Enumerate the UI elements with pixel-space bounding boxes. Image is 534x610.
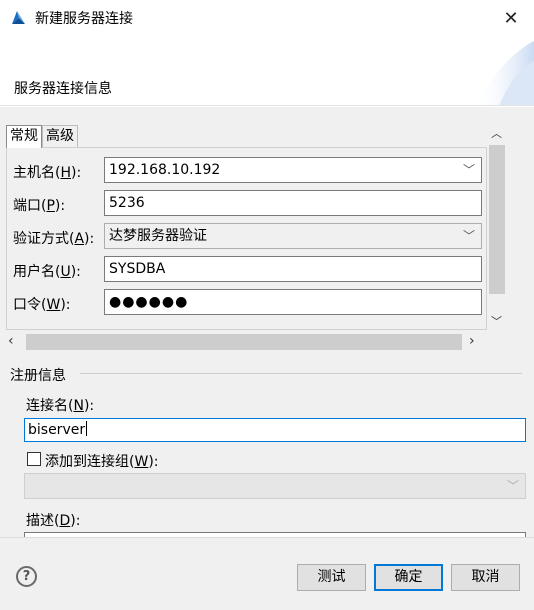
horizontal-scrollbar[interactable]: ‹ › bbox=[6, 332, 487, 352]
banner-decoration bbox=[474, 41, 534, 105]
tab-bar: 常规 高级 bbox=[6, 125, 78, 148]
test-button[interactable]: 测试 bbox=[297, 564, 366, 591]
host-value: 192.168.10.192 bbox=[109, 162, 221, 178]
host-label: 主机名(H): bbox=[13, 165, 82, 181]
auth-method-label: 验证方式(A): bbox=[13, 231, 95, 247]
add-to-group-label[interactable]: 添加到连接组(W): bbox=[45, 451, 159, 471]
description-label: 描述(D): bbox=[26, 513, 81, 529]
horizontal-scroll-thumb[interactable] bbox=[26, 334, 462, 350]
chevron-down-icon[interactable]: ﹀ bbox=[463, 158, 475, 182]
dialog-footer: ? 测试 确定 取消 bbox=[0, 537, 534, 610]
username-value: SYSDBA bbox=[109, 261, 166, 277]
close-button[interactable]: ✕ bbox=[496, 4, 526, 32]
conn-name-input[interactable]: biserver bbox=[24, 418, 526, 442]
tab-general[interactable]: 常规 bbox=[6, 125, 42, 148]
port-input[interactable]: 5236 bbox=[104, 190, 482, 216]
port-label: 端口(P): bbox=[13, 198, 66, 214]
general-tab-panel: 主机名(H): 192.168.10.192 ﹀ 端口(P): 5236 验证方… bbox=[6, 147, 487, 330]
chevron-down-icon[interactable]: ﹀ bbox=[463, 224, 475, 248]
help-icon[interactable]: ? bbox=[16, 566, 37, 587]
username-input[interactable]: SYSDBA bbox=[104, 256, 482, 282]
conn-name-label: 连接名(N): bbox=[26, 398, 95, 414]
vertical-scroll-thumb[interactable] bbox=[489, 145, 505, 294]
ok-button[interactable]: 确定 bbox=[374, 564, 443, 591]
scroll-left-icon[interactable]: ‹ bbox=[8, 333, 14, 349]
dialog-content: 常规 高级 主机名(H): 192.168.10.192 ﹀ 端口(P): 52… bbox=[0, 107, 534, 540]
auth-method-value: 达梦服务器验证 bbox=[109, 228, 207, 244]
password-value: ●●●●●● bbox=[109, 294, 189, 310]
conn-name-value: biserver bbox=[28, 422, 86, 438]
scroll-right-icon[interactable]: › bbox=[469, 333, 475, 349]
scroll-down-icon[interactable]: ﹀ bbox=[491, 313, 502, 329]
add-to-group-checkbox[interactable] bbox=[27, 452, 41, 466]
auth-method-select[interactable]: 达梦服务器验证 ﹀ bbox=[104, 223, 482, 249]
host-combobox[interactable]: 192.168.10.192 ﹀ bbox=[104, 157, 482, 183]
group-divider bbox=[80, 373, 522, 374]
username-label: 用户名(U): bbox=[13, 264, 81, 280]
register-info-title: 注册信息 bbox=[10, 368, 66, 384]
port-value: 5236 bbox=[109, 195, 145, 211]
vertical-scrollbar[interactable]: ︿ ﹀ bbox=[487, 125, 507, 330]
banner-title: 服务器连接信息 bbox=[14, 81, 112, 97]
app-logo-icon bbox=[12, 11, 25, 24]
chevron-down-icon[interactable]: ﹀ bbox=[507, 477, 519, 494]
password-input[interactable]: ●●●●●● bbox=[104, 289, 482, 315]
connection-group-select[interactable]: ﹀ bbox=[24, 473, 526, 499]
password-label: 口令(W): bbox=[13, 297, 71, 313]
header-banner: 服务器连接信息 bbox=[0, 36, 534, 106]
tab-advanced[interactable]: 高级 bbox=[42, 125, 78, 147]
cancel-button[interactable]: 取消 bbox=[451, 564, 520, 591]
window-title: 新建服务器连接 bbox=[35, 11, 133, 27]
scroll-up-icon[interactable]: ︿ bbox=[491, 125, 502, 141]
title-bar: 新建服务器连接 ✕ bbox=[0, 0, 534, 36]
text-caret bbox=[86, 421, 88, 436]
close-icon: ✕ bbox=[503, 7, 519, 29]
